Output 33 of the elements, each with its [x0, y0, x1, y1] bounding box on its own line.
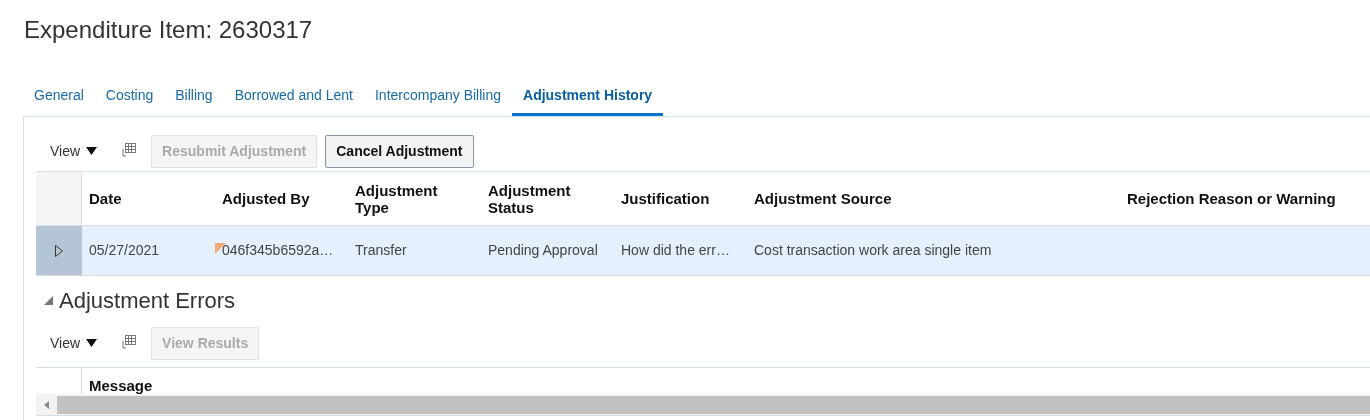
column-header: Rejection Reason or Warning	[1126, 189, 1337, 209]
page-title: Expenditure Item: 2630317	[23, 15, 314, 45]
caret-icon	[86, 339, 98, 347]
section-title: Adjustment Errors	[59, 286, 236, 315]
column-header: Justification	[620, 189, 711, 209]
tab[interactable]: Borrowed and Lent	[223, 78, 364, 116]
column-header: Message	[88, 376, 154, 394]
tab[interactable]: Billing	[164, 78, 224, 116]
caret-icon	[86, 147, 98, 155]
detach-table-icon[interactable]	[119, 142, 138, 160]
column-header: Date	[88, 189, 123, 209]
detach-table-icon[interactable]	[119, 334, 138, 352]
column-header: Adjusted By	[221, 189, 311, 209]
view-menu[interactable]: View	[50, 140, 98, 162]
tab[interactable]: Adjustment History	[512, 78, 664, 116]
table-cell-text: 046f345b6592a…	[222, 241, 334, 260]
expand-icon	[55, 244, 63, 257]
table-cell-text: Transfer	[355, 241, 407, 260]
tab[interactable]: General	[23, 78, 95, 116]
table-cell-text: Pending Approval	[488, 241, 598, 260]
table-cell-text: How did the err…	[621, 241, 730, 260]
table-cell-text: 05/27/2021	[89, 241, 160, 260]
toolbar-button[interactable]: Cancel Adjustment	[325, 134, 474, 168]
column-header: Adjustment Type	[354, 180, 439, 218]
column-header: Adjustment Status	[487, 180, 572, 218]
scroll-left-icon[interactable]	[44, 400, 49, 409]
column-header: Adjustment Source	[753, 189, 893, 209]
table-row[interactable]: 05/27/2021 046f345b6592a… Transfer Pending Approval How did the err… Cost transaction work area single item	[36, 226, 1370, 276]
tab[interactable]: Intercompany Billing	[363, 78, 512, 116]
table-cell-text: Cost transaction work area single item	[754, 241, 992, 260]
view-menu[interactable]: View	[50, 332, 98, 354]
collapse-icon[interactable]	[44, 295, 53, 305]
tab[interactable]: Costing	[94, 78, 165, 116]
